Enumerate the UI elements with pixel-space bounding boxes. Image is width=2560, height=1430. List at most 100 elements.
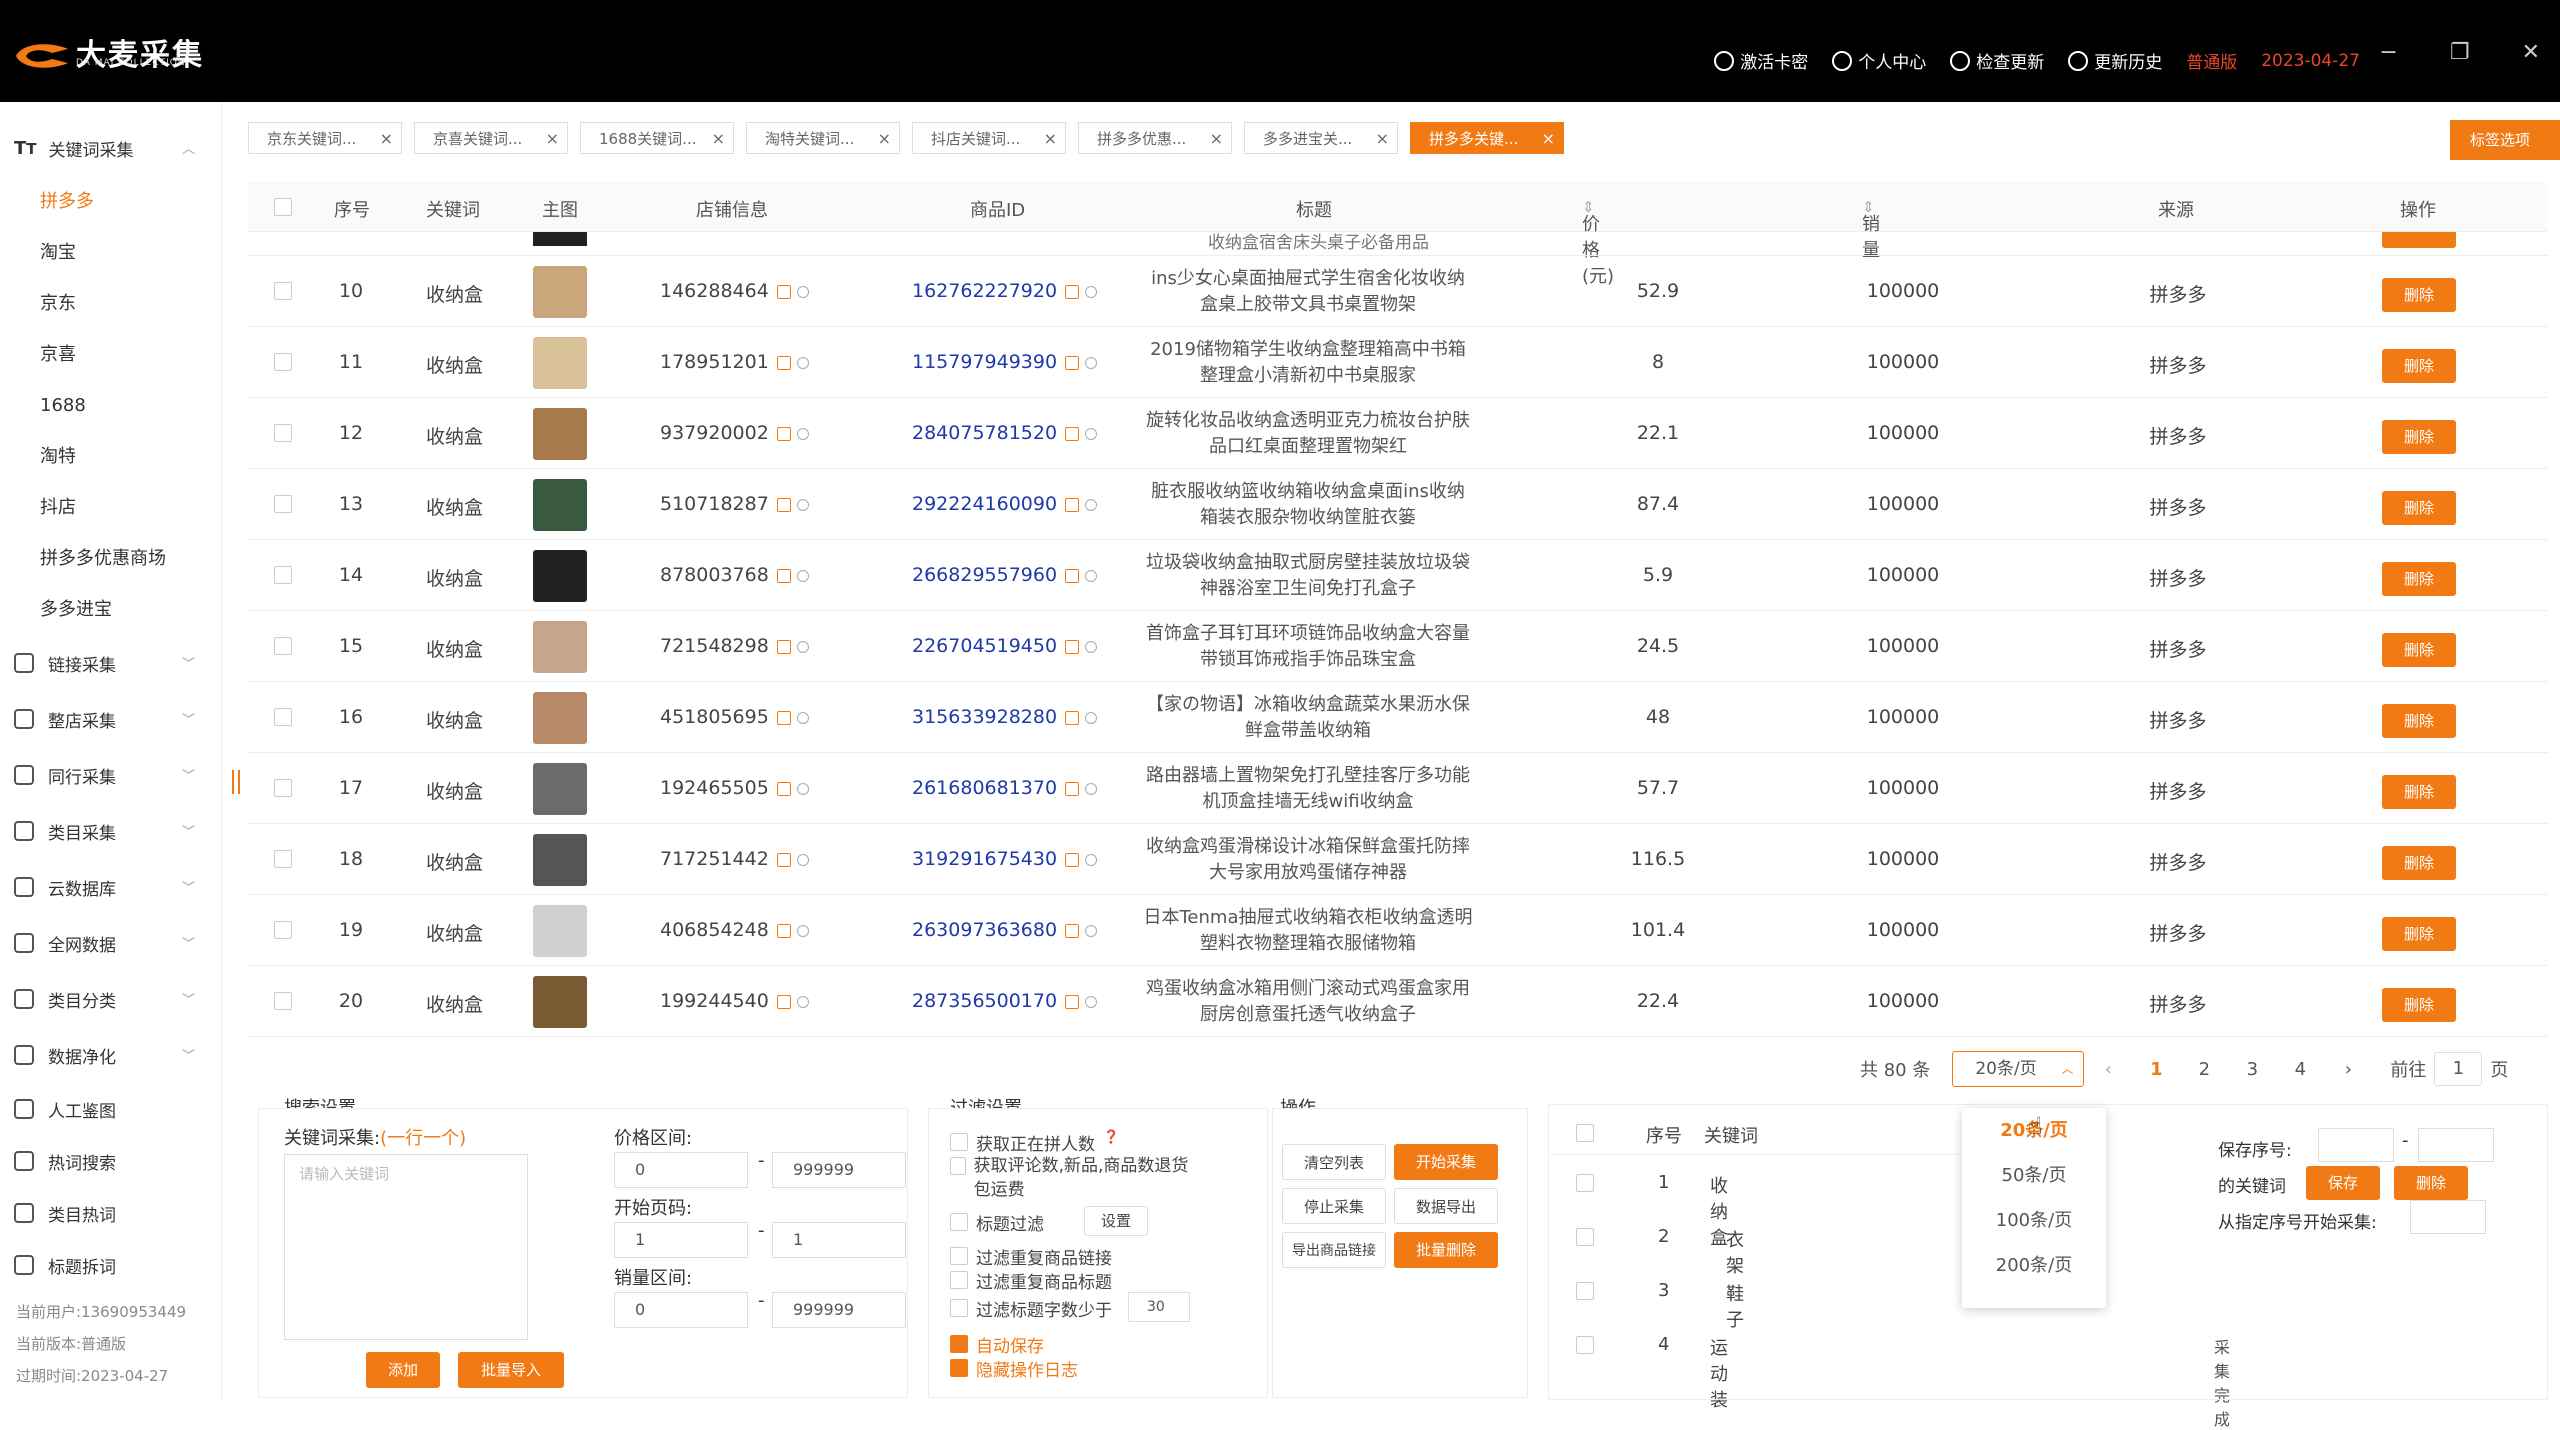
row-product-id[interactable]: 261680681370 — [912, 777, 1098, 799]
keyword-textarea[interactable]: 请输入关键词 — [284, 1154, 528, 1340]
user-center-link[interactable]: 个人中心 — [1832, 48, 1926, 73]
sidebar-group-all-data[interactable]: 全网数据 ﹀ — [0, 915, 221, 971]
link-icon[interactable] — [1085, 569, 1098, 582]
close-icon[interactable]: ✕ — [2522, 40, 2540, 65]
sidebar-group-clean[interactable]: 数据净化 ﹀ — [0, 1027, 221, 1083]
page-3[interactable]: 3 — [2228, 1059, 2276, 1080]
col-sales[interactable]: 销量 ⇕ — [1862, 196, 1880, 261]
batch-import-button[interactable]: 批量导入 — [458, 1352, 564, 1388]
table-row[interactable]: 10 收纳盒 146288464 162762227920 ins少女心桌面抽屉式学生宿… — [248, 256, 2548, 327]
copy-icon[interactable] — [1065, 284, 1080, 299]
product-thumbnail[interactable] — [533, 479, 587, 531]
link-icon[interactable] — [1085, 711, 1098, 724]
save-button[interactable]: 保存 — [2306, 1166, 2380, 1200]
copy-icon[interactable] — [776, 568, 791, 583]
link-icon[interactable] — [1085, 853, 1098, 866]
delete-button[interactable]: 删除 — [2382, 633, 2456, 667]
row-checkbox[interactable] — [274, 708, 292, 726]
copy-icon[interactable] — [1065, 639, 1080, 654]
row-product-id[interactable]: 315633928280 — [912, 706, 1098, 728]
filter-dup-titles[interactable]: 过滤重复商品标题 — [950, 1268, 1112, 1293]
export-links-button[interactable]: 导出商品链接 — [1282, 1232, 1386, 1268]
row-checkbox[interactable] — [274, 637, 292, 655]
copy-icon[interactable] — [776, 781, 791, 796]
link-icon[interactable] — [1085, 356, 1098, 369]
filter-min-chars[interactable]: 过滤标题字数少于 — [950, 1296, 1112, 1321]
table-row[interactable]: 20 收纳盒 199244540 287356500170 鸡蛋收纳盒冰箱用侧门滚动式鸡… — [248, 966, 2548, 1037]
delete-button[interactable]: 删除 — [2382, 775, 2456, 809]
table-row[interactable]: 13 收纳盒 510718287 292224160090 脏衣服收纳篮收纳箱收纳盒桌面… — [248, 469, 2548, 540]
sales-max-input[interactable]: 999999 — [772, 1292, 906, 1328]
tab-doudian[interactable]: 抖店关键词... × — [912, 122, 1066, 154]
product-thumbnail[interactable] — [533, 550, 587, 602]
link-icon[interactable] — [1085, 924, 1098, 937]
update-history-link[interactable]: 更新历史 — [2068, 48, 2162, 73]
sidebar-group-hot-search[interactable]: 热词搜索 — [0, 1135, 221, 1187]
product-thumbnail[interactable] — [533, 692, 587, 744]
copy-icon[interactable] — [776, 426, 791, 441]
tab-jingxi[interactable]: 京喜关键词... × — [414, 122, 568, 154]
maximize-icon[interactable]: ❐ — [2450, 40, 2470, 65]
row-product-id[interactable]: 115797949390 — [912, 351, 1098, 373]
delete-button[interactable]: 删除 — [2382, 491, 2456, 525]
sidebar-item-taote[interactable]: 淘特 — [0, 431, 221, 482]
sidebar-group-peer[interactable]: 同行采集 ﹀ — [0, 747, 221, 803]
sidebar-group-category[interactable]: 类目采集 ﹀ — [0, 803, 221, 859]
sidebar-item-pdd-discount[interactable]: 拼多多优惠商场 — [0, 533, 221, 584]
tab-pdd-discount[interactable]: 拼多多优惠... × — [1078, 122, 1232, 154]
page-size-option[interactable]: 200条/页 — [1962, 1243, 2106, 1288]
copy-icon[interactable] — [1065, 568, 1080, 583]
clear-list-button[interactable]: 清空列表 — [1282, 1144, 1386, 1180]
sidebar-item-1688[interactable]: 1688 — [0, 380, 221, 431]
product-thumbnail[interactable] — [533, 834, 587, 886]
activate-card-link[interactable]: 激活卡密 — [1714, 48, 1808, 73]
delete-button[interactable]: 删除 — [2382, 278, 2456, 312]
delete-button[interactable]: 删除 — [2382, 562, 2456, 596]
link-icon[interactable] — [796, 711, 809, 724]
row-product-id[interactable]: 263097363680 — [912, 919, 1098, 941]
sales-min-input[interactable]: 0 — [614, 1292, 748, 1328]
link-icon[interactable] — [796, 569, 809, 582]
sidebar-item-taobao[interactable]: 淘宝 — [0, 227, 221, 278]
sidebar-item-pdd[interactable]: 拼多多 — [0, 176, 221, 227]
product-thumbnail[interactable] — [533, 621, 587, 673]
link-icon[interactable] — [1085, 427, 1098, 440]
copy-icon[interactable] — [776, 284, 791, 299]
product-thumbnail[interactable] — [533, 763, 587, 815]
filter-dup-links[interactable]: 过滤重复商品链接 — [950, 1244, 1112, 1269]
sidebar-group-keyword[interactable]: TT 关键词采集 ︿ — [0, 120, 221, 176]
row-product-id[interactable]: 162762227920 — [912, 280, 1098, 302]
link-icon[interactable] — [1085, 285, 1098, 298]
link-icon[interactable] — [796, 640, 809, 653]
product-thumbnail[interactable] — [533, 408, 587, 460]
table-row[interactable]: 17 收纳盒 192465505 261680681370 路由器墙上置物架免打孔壁挂客… — [248, 753, 2548, 824]
product-thumbnail[interactable] — [533, 266, 587, 318]
table-row[interactable]: 15 收纳盒 721548298 226704519450 首饰盒子耳钉耳环项链饰品收纳… — [248, 611, 2548, 682]
link-icon[interactable] — [796, 995, 809, 1008]
filter-group-count[interactable]: 获取正在拼人数 ❓ — [950, 1130, 1119, 1155]
delete-button[interactable]: 删除 — [2382, 420, 2456, 454]
copy-icon[interactable] — [1065, 355, 1080, 370]
row-checkbox[interactable] — [274, 779, 292, 797]
next-page-icon[interactable]: › — [2324, 1059, 2372, 1080]
link-icon[interactable] — [796, 853, 809, 866]
check-update-link[interactable]: 检查更新 — [1950, 48, 2044, 73]
filter-title[interactable]: 标题过滤 — [950, 1210, 1044, 1235]
row-checkbox[interactable] — [274, 353, 292, 371]
table-row[interactable]: 16 收纳盒 451805695 315633928280 【家の物语】冰箱收纳盒蔬菜水… — [248, 682, 2548, 753]
price-max-input[interactable]: 999999 — [772, 1152, 906, 1188]
tab-jd[interactable]: 京东关键词... × — [248, 122, 402, 154]
copy-icon[interactable] — [776, 639, 791, 654]
batch-delete-button[interactable]: 批量删除 — [1394, 1232, 1498, 1268]
auto-save-checkbox[interactable]: 自动保存 — [950, 1332, 1044, 1357]
table-row[interactable]: 12 收纳盒 937920002 284075781520 旋转化妆品收纳盒透明亚克力梳… — [248, 398, 2548, 469]
sidebar-group-title-split[interactable]: 标题拆词 — [0, 1239, 221, 1291]
row-product-id[interactable]: 284075781520 — [912, 422, 1098, 444]
tag-options-button[interactable]: 标签选项 — [2450, 120, 2560, 160]
stop-collect-button[interactable]: 停止采集 — [1282, 1188, 1386, 1224]
page-size-option[interactable]: 50条/页 — [1962, 1153, 2106, 1198]
link-icon[interactable] — [1085, 640, 1098, 653]
row-product-id[interactable]: 292224160090 — [912, 493, 1098, 515]
link-icon[interactable] — [1085, 782, 1098, 795]
prev-page-icon[interactable]: ‹ — [2084, 1059, 2132, 1080]
